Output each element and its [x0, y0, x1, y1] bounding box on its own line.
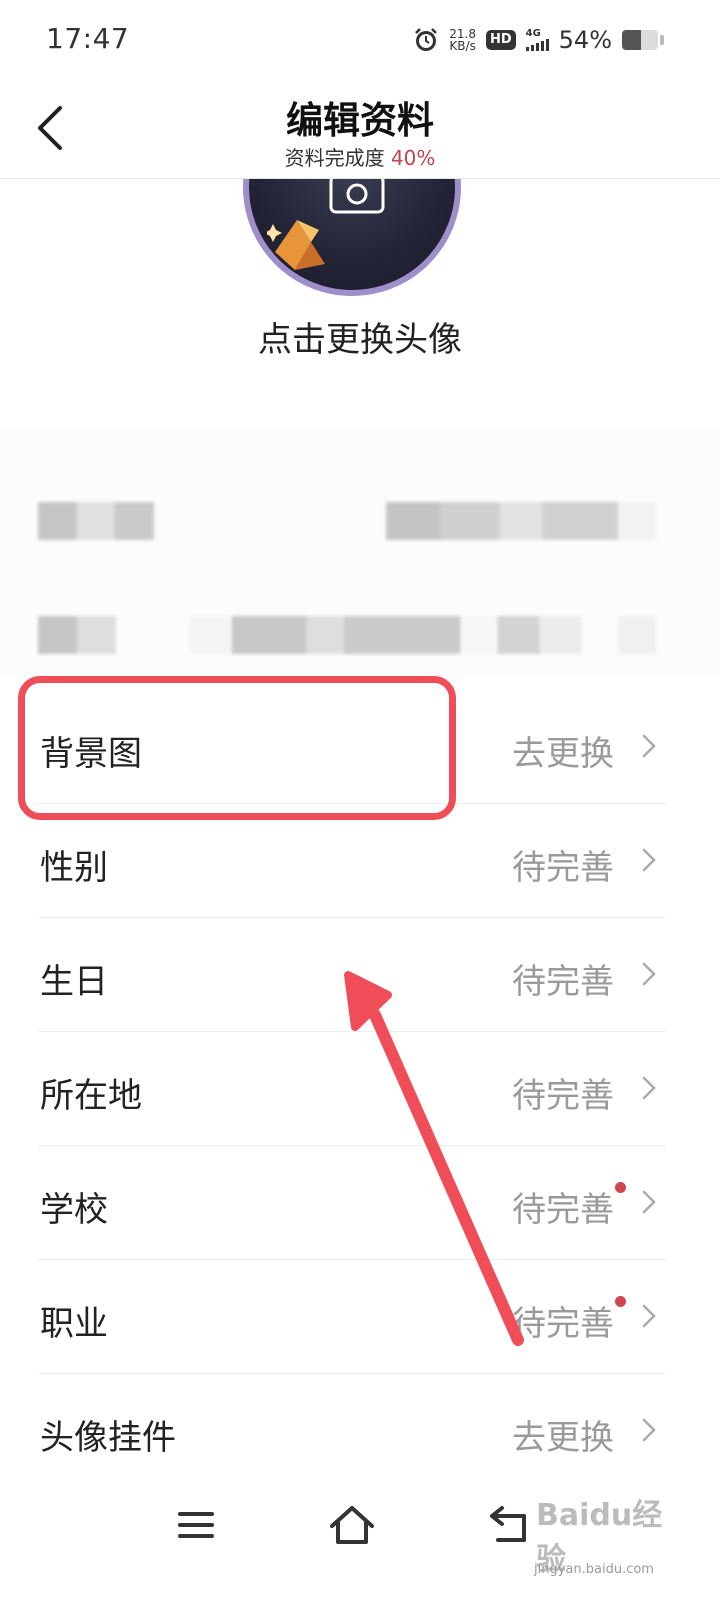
setting-label: 生日 [40, 962, 108, 1002]
net-speed-unit: KB/s [449, 39, 476, 53]
alarm-icon [415, 28, 438, 51]
redacted-block [38, 502, 154, 540]
completion-label: 资料完成度 [284, 146, 385, 170]
signal-icon: 4G [525, 28, 549, 51]
setting-label: 学校 [40, 1190, 108, 1230]
chevron-right-icon [642, 1190, 656, 1214]
battery-icon [622, 30, 658, 50]
chevron-right-icon [642, 734, 656, 758]
chevron-right-icon [642, 1304, 656, 1328]
arrow-annotation [344, 971, 524, 1346]
setting-label: 性别 [40, 848, 108, 888]
avatar-decoration-icon [267, 220, 325, 270]
completion-value: 40% [390, 146, 436, 170]
avatar[interactable] [243, 178, 461, 296]
setting-label: 头像挂件 [40, 1418, 176, 1458]
setting-value: 待完善 [512, 848, 614, 888]
watermark-url: jingyan.baidu.com [534, 1562, 654, 1577]
setting-row-avatar-pendant[interactable]: 头像挂件 去更换 [38, 1374, 666, 1487]
battery-cap [660, 35, 664, 45]
avatar-section: 点击更换头像 [0, 178, 720, 428]
status-bar: 17:47 21.8 KB/s HD 4G 54% [0, 0, 720, 80]
battery-percent: 54% [558, 26, 612, 54]
hd-badge: HD [485, 30, 516, 50]
network-type: 4G [525, 28, 541, 39]
highlight-box [18, 676, 456, 820]
net-speed: 21.8 KB/s [449, 28, 476, 52]
status-icons: 21.8 KB/s HD 4G 54% [413, 24, 664, 56]
profile-completion: 资料完成度 40% [0, 142, 720, 171]
setting-label: 职业 [40, 1304, 108, 1344]
setting-value: 去更换 [512, 734, 614, 774]
page-title: 编辑资料 [286, 99, 434, 142]
redacted-block [38, 616, 116, 654]
back-nav-icon[interactable] [480, 1500, 540, 1550]
watermark-logo: Baidu经验 [536, 1498, 663, 1577]
setting-row-gender[interactable]: 性别 待完善 [38, 804, 666, 918]
chevron-right-icon [642, 848, 656, 872]
setting-label: 所在地 [40, 1076, 142, 1116]
chevron-right-icon [642, 1076, 656, 1100]
home-icon[interactable] [322, 1500, 382, 1550]
camera-icon [329, 178, 385, 214]
status-time: 17:47 [46, 22, 130, 55]
unread-dot [615, 1296, 626, 1307]
chevron-right-icon [642, 1418, 656, 1442]
redacted-block [386, 502, 656, 540]
top-header: 编辑资料 资料完成度 40% [0, 80, 720, 179]
redacted-block [190, 616, 656, 654]
setting-value: 去更换 [512, 1418, 614, 1458]
change-avatar-label[interactable]: 点击更换头像 [0, 312, 720, 361]
unread-dot [615, 1182, 626, 1193]
menu-icon[interactable] [166, 1500, 226, 1550]
redacted-info-section [0, 430, 720, 678]
chevron-right-icon [642, 962, 656, 986]
